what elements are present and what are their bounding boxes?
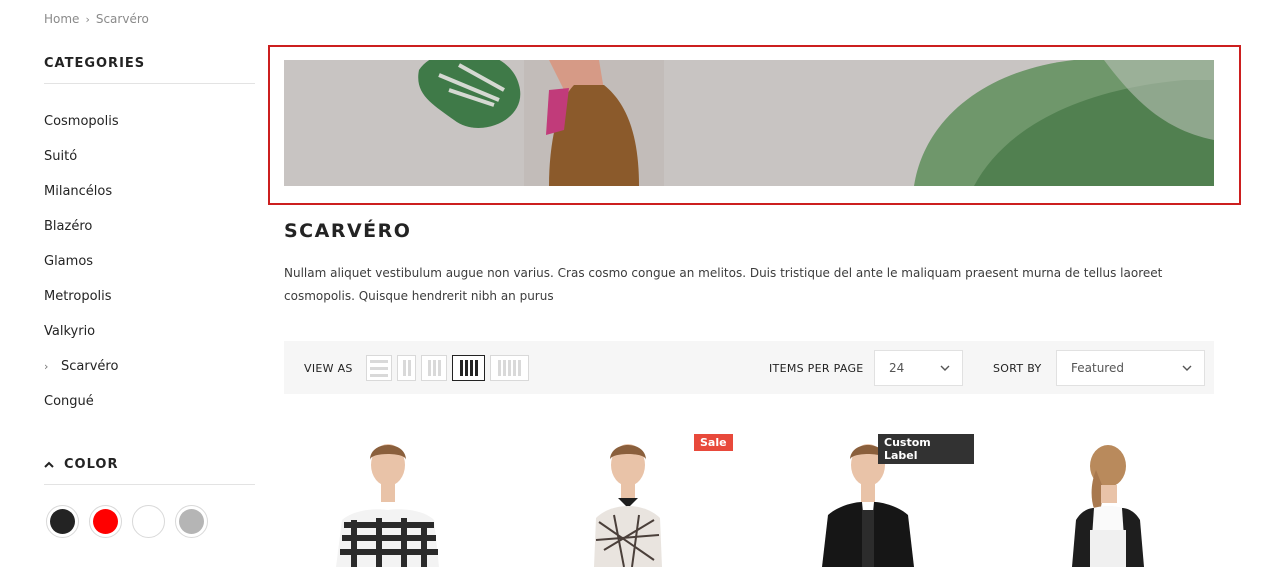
sidebar: CATEGORIES Cosmopolis Suitó Milancélos B… bbox=[44, 56, 255, 538]
category-item[interactable]: Cosmopolis bbox=[44, 104, 255, 139]
color-swatch-white[interactable] bbox=[132, 505, 165, 538]
banner-highlight-frame bbox=[268, 45, 1241, 205]
category-label: Milancélos bbox=[44, 184, 113, 199]
items-per-page-label: ITEMS PER PAGE bbox=[769, 362, 864, 375]
product-toolbar: VIEW AS ITEMS PER PAGE 24 SORT BY Featur… bbox=[284, 341, 1214, 394]
list-view-icon-bar bbox=[370, 373, 388, 377]
items-per-page-value: 24 bbox=[889, 361, 905, 375]
category-item[interactable]: Metropolis bbox=[44, 279, 255, 314]
sale-badge: Sale bbox=[694, 434, 733, 451]
items-per-page-select[interactable]: 24 bbox=[874, 350, 963, 386]
product-card[interactable]: Sale bbox=[524, 430, 734, 567]
category-item[interactable]: Congué bbox=[44, 384, 255, 419]
collection-description: Nullam aliquet vestibulum augue non vari… bbox=[284, 266, 1163, 303]
color-swatch-red[interactable] bbox=[89, 505, 122, 538]
category-label: Glamos bbox=[44, 254, 94, 269]
view-grid-2-button[interactable] bbox=[397, 355, 416, 381]
color-filter: COLOR bbox=[44, 457, 255, 538]
breadcrumb-current: Scarvéro bbox=[95, 12, 149, 26]
category-label: Valkyrio bbox=[44, 324, 96, 339]
sort-by-label: SORT BY bbox=[993, 362, 1042, 375]
grid-icon-bar bbox=[513, 360, 516, 376]
breadcrumb: Home › Scarvéro bbox=[44, 12, 149, 26]
color-heading-label: COLOR bbox=[64, 457, 119, 472]
chevron-right-icon: › bbox=[85, 12, 90, 26]
chevron-up-icon bbox=[44, 457, 54, 472]
grid-icon-bar bbox=[464, 360, 468, 376]
product-card[interactable] bbox=[284, 430, 494, 567]
custom-label-badge: Custom Label bbox=[878, 434, 974, 464]
category-item[interactable]: Suitó bbox=[44, 139, 255, 174]
product-grid: Sale Custom Label bbox=[284, 430, 1214, 567]
grid-2-icon bbox=[402, 360, 406, 376]
grid-5-icon bbox=[498, 360, 501, 376]
chevron-down-icon bbox=[940, 361, 950, 378]
category-label: Congué bbox=[44, 394, 94, 409]
grid-icon-bar bbox=[407, 360, 411, 376]
grid-4-icon bbox=[459, 360, 463, 376]
category-item[interactable]: Valkyrio bbox=[44, 314, 255, 349]
category-item[interactable]: Blazéro bbox=[44, 209, 255, 244]
category-label: Blazéro bbox=[44, 219, 93, 234]
sort-by-value: Featured bbox=[1071, 361, 1124, 375]
category-label: Suitó bbox=[44, 149, 78, 164]
color-heading[interactable]: COLOR bbox=[44, 457, 255, 485]
product-image bbox=[1072, 445, 1144, 567]
category-item[interactable]: Glamos bbox=[44, 244, 255, 279]
page-title: SCARVÉRO bbox=[284, 220, 412, 242]
grid-icon-bar bbox=[437, 360, 441, 376]
breadcrumb-home-link[interactable]: Home bbox=[44, 12, 79, 26]
category-label: Cosmopolis bbox=[44, 114, 119, 129]
grid-icon-bar bbox=[503, 360, 506, 376]
grid-icon-bar bbox=[508, 360, 511, 376]
sort-by-select[interactable]: Featured bbox=[1056, 350, 1205, 386]
product-image bbox=[336, 444, 439, 567]
grid-icon-bar bbox=[474, 360, 478, 376]
category-item[interactable]: Milancélos bbox=[44, 174, 255, 209]
grid-3-icon bbox=[427, 360, 431, 376]
view-grid-3-button[interactable] bbox=[421, 355, 447, 381]
grid-icon-bar bbox=[518, 360, 521, 376]
grid-icon-bar bbox=[432, 360, 436, 376]
categories-heading: CATEGORIES bbox=[44, 56, 255, 84]
product-card[interactable]: Custom Label bbox=[764, 430, 974, 567]
category-item-active[interactable]: › Scarvéro bbox=[44, 349, 255, 384]
category-label: Scarvéro bbox=[61, 359, 119, 374]
chevron-down-icon bbox=[1182, 361, 1192, 378]
list-view-icon-bar bbox=[370, 366, 388, 370]
grid-icon-bar bbox=[469, 360, 473, 376]
color-swatch-black[interactable] bbox=[46, 505, 79, 538]
view-as-label: VIEW AS bbox=[304, 362, 353, 375]
color-swatches bbox=[44, 505, 255, 538]
product-card[interactable] bbox=[1004, 430, 1214, 567]
list-view-icon bbox=[370, 359, 388, 363]
view-grid-5-button[interactable] bbox=[490, 355, 529, 381]
view-list-button[interactable] bbox=[366, 355, 392, 381]
color-swatch-grey[interactable] bbox=[175, 505, 208, 538]
view-grid-4-button[interactable] bbox=[452, 355, 485, 381]
category-label: Metropolis bbox=[44, 289, 112, 304]
chevron-right-icon: › bbox=[44, 360, 49, 373]
category-list: Cosmopolis Suitó Milancélos Blazéro Glam… bbox=[44, 104, 255, 419]
